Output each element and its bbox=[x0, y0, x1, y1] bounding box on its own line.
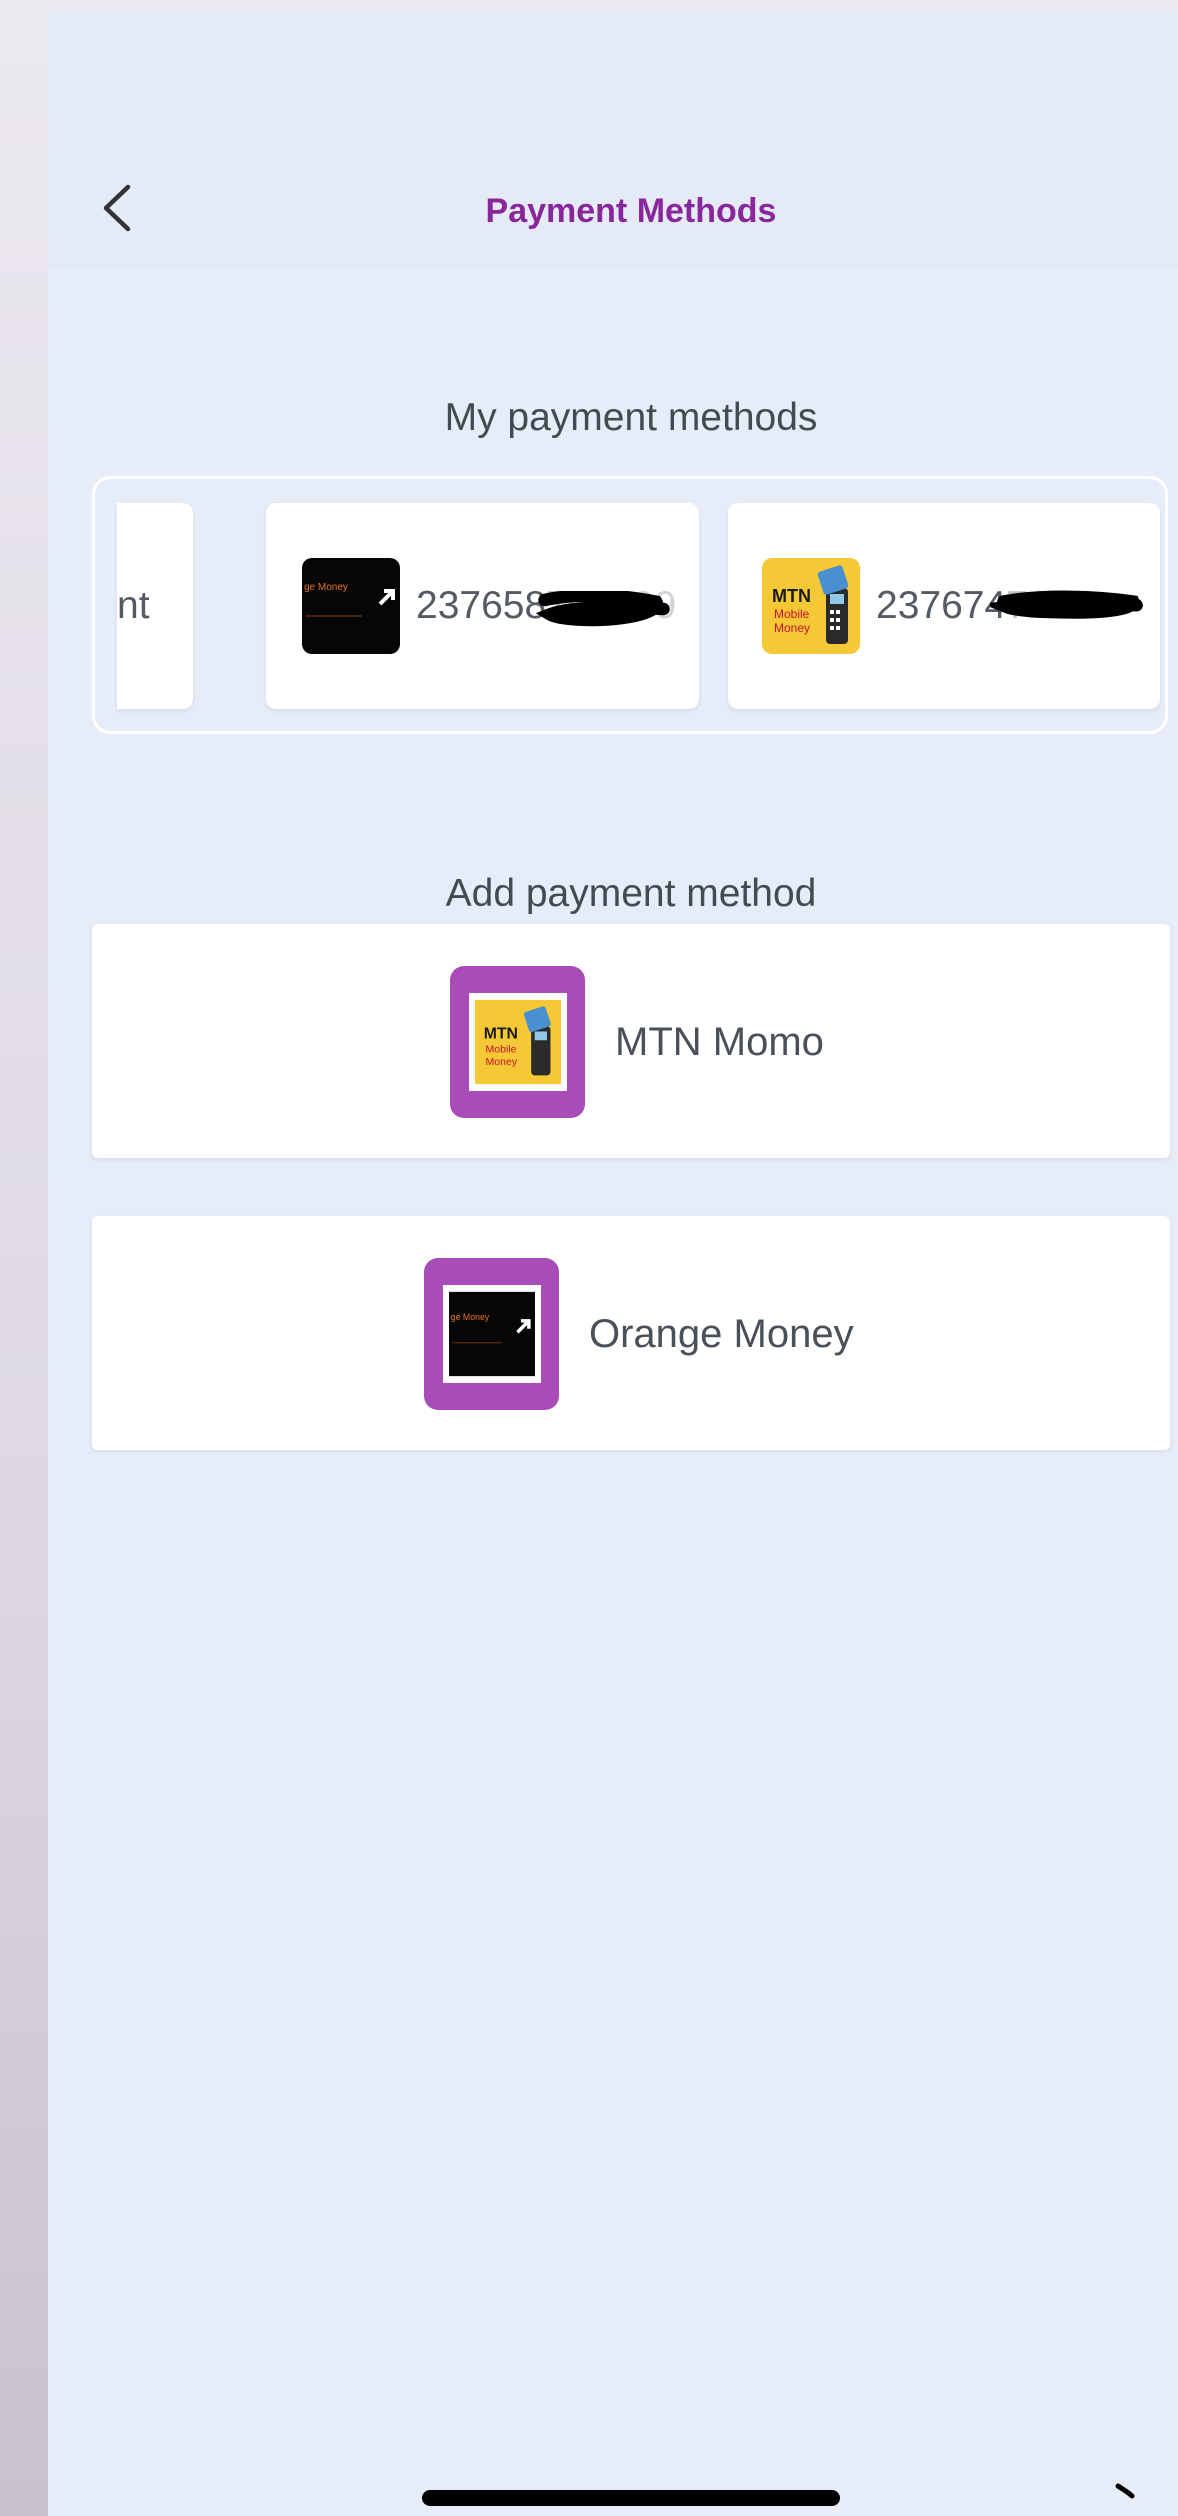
add-orange-money-label: Orange Money bbox=[589, 1311, 854, 1356]
add-payment-method-heading: Add payment method bbox=[445, 872, 817, 915]
top-bar: Payment Methods bbox=[48, 10, 1178, 268]
svg-text:Mobile: Mobile bbox=[485, 1044, 516, 1056]
add-orange-money-button[interactable]: ge Money Orange Money bbox=[92, 1216, 1170, 1450]
svg-text:Mobile: Mobile bbox=[774, 607, 810, 621]
payment-methods-carousel[interactable]: nt ge Money 237658704699 MTN Mobile Mone… bbox=[92, 476, 1168, 734]
add-mtn-momo-label: MTN Momo bbox=[615, 1019, 824, 1064]
redaction-scribble bbox=[990, 590, 1143, 619]
payment-card-partial-text: nt bbox=[117, 584, 150, 627]
svg-text:MTN: MTN bbox=[483, 1025, 517, 1042]
app-screen: Payment Methods My payment methods nt ge… bbox=[48, 10, 1178, 2516]
redaction-scribble bbox=[535, 591, 670, 627]
mtn-mobile-money-frame: MTN Mobile Money bbox=[450, 966, 585, 1118]
page-title: Payment Methods bbox=[485, 192, 777, 230]
payment-card-orange-money[interactable]: ge Money 237658704699 bbox=[266, 503, 699, 709]
orange-money-frame: ge Money bbox=[424, 1258, 559, 1410]
home-indicator[interactable] bbox=[422, 2490, 840, 2506]
svg-text:MTN: MTN bbox=[772, 586, 811, 606]
svg-text:Money: Money bbox=[485, 1056, 517, 1068]
my-payment-methods-heading: My payment methods bbox=[444, 396, 818, 439]
svg-text:ge Money: ge Money bbox=[304, 582, 348, 593]
svg-text:Money: Money bbox=[774, 621, 810, 635]
corner-mark bbox=[1115, 2483, 1135, 2499]
svg-text:ge Money: ge Money bbox=[450, 1312, 489, 1322]
mtn-mobile-money-logo-icon: MTN Mobile Money bbox=[474, 999, 561, 1085]
orange-money-logo-icon: ge Money bbox=[302, 558, 400, 654]
add-mtn-momo-button[interactable]: MTN Mobile Money MTN Momo bbox=[92, 924, 1170, 1158]
mtn-mobile-money-logo-icon: MTN Mobile Money bbox=[762, 558, 860, 654]
payment-card-mtn-momo[interactable]: MTN Mobile Money 237674720 bbox=[728, 503, 1160, 709]
payment-card-partial[interactable]: nt bbox=[117, 503, 193, 709]
orange-money-logo-icon: ge Money bbox=[448, 1291, 535, 1377]
